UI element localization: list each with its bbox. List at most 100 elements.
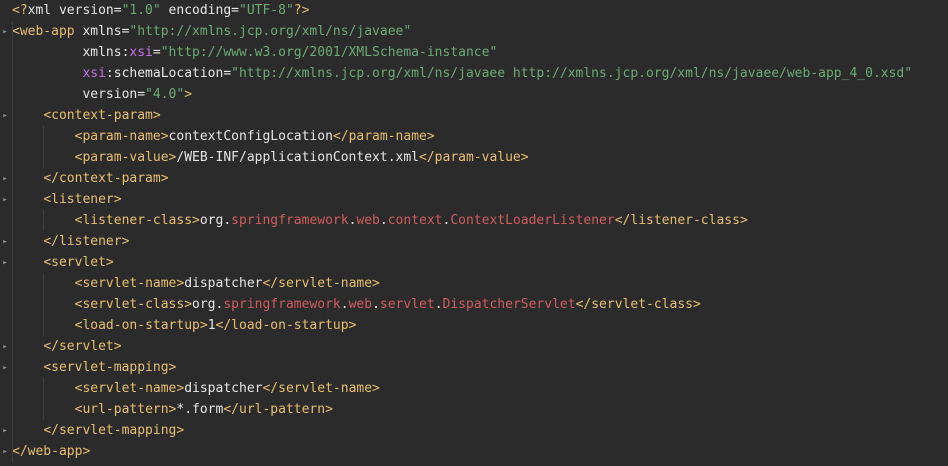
code-token: /WEB-INF/applicationContext.xml xyxy=(176,150,420,165)
code-token: context xyxy=(387,213,443,228)
editor-gutter: ▸ ▸ ▸ ▸ ▸ ▸ ▸ ▸ ▸ ▸ xyxy=(0,0,10,466)
code-line[interactable]: <context-param> xyxy=(12,105,161,126)
code-token: <listener-class> xyxy=(74,213,200,228)
fold-marker-icon[interactable]: ▸ xyxy=(0,26,10,38)
code-token: org. xyxy=(199,213,232,228)
code-line[interactable]: <param-value>/WEB-INF/applicationContext… xyxy=(12,147,529,168)
code-token: . xyxy=(434,297,443,312)
code-token: <web-app xyxy=(12,24,75,39)
code-token: </listener> xyxy=(43,234,130,249)
code-token: xmlns= xyxy=(74,24,130,39)
fold-marker-icon[interactable]: ▸ xyxy=(0,446,10,458)
code-token: <url-pattern> xyxy=(74,402,177,417)
code-token: <? xyxy=(12,3,28,18)
code-token: 1 xyxy=(207,318,216,333)
code-line[interactable]: <web-app xmlns="http://xmlns.jcp.org/xml… xyxy=(12,21,411,42)
code-line[interactable]: </context-param> xyxy=(12,168,168,189)
code-token: web xyxy=(348,297,373,312)
code-line[interactable]: </servlet> xyxy=(12,336,121,357)
code-token: </web-app> xyxy=(12,444,91,459)
code-token: <servlet-mapping> xyxy=(43,360,177,375)
code-token: . xyxy=(372,297,380,312)
code-token: </url-pattern> xyxy=(223,402,333,417)
code-token: xsi xyxy=(129,45,153,60)
code-line[interactable]: <listener> xyxy=(12,189,122,210)
code-line[interactable]: <listener-class>org.springframework.web.… xyxy=(12,210,748,231)
code-editor[interactable]: ▸ ▸ ▸ ▸ ▸ ▸ ▸ ▸ ▸ ▸ <?xml version="1.0" encoding=… xyxy=(0,0,948,466)
fold-marker-icon[interactable]: ▸ xyxy=(0,341,10,353)
indent-guide xyxy=(12,21,13,462)
indent-guide xyxy=(43,378,45,420)
code-line[interactable]: </servlet-mapping> xyxy=(12,420,184,441)
code-token: <load-on-startup> xyxy=(74,318,208,333)
code-token: contextConfigLocation xyxy=(168,129,333,144)
fold-marker-icon[interactable]: ▸ xyxy=(0,362,10,374)
indent-guide xyxy=(43,126,45,168)
code-token: <param-value> xyxy=(74,150,177,165)
code-token: version= xyxy=(12,87,146,102)
fold-marker-icon[interactable]: ▸ xyxy=(0,236,10,248)
indent-guide xyxy=(43,273,45,336)
code-line[interactable]: <?xml version="1.0" encoding="UTF-8"?> xyxy=(12,0,309,21)
code-line[interactable]: <servlet-name>dispatcher</servlet-name> xyxy=(12,378,380,399)
code-token: </servlet-name> xyxy=(262,381,380,396)
code-token: = xyxy=(152,45,161,60)
code-token: encoding= xyxy=(160,3,239,18)
code-line[interactable]: </listener> xyxy=(12,231,129,252)
code-token: </servlet-class> xyxy=(575,297,701,312)
code-token: </listener-class> xyxy=(614,213,748,228)
code-token: ContextLoaderListener xyxy=(450,213,615,228)
code-token: "http://www.w3.org/2001/XMLSchema-instan… xyxy=(160,45,498,60)
code-token: org. xyxy=(192,297,224,312)
code-token: </servlet-mapping> xyxy=(43,423,185,438)
code-line[interactable]: <servlet-class>org.springframework.web.s… xyxy=(12,294,701,315)
code-token: </load-on-startup> xyxy=(215,318,357,333)
code-token: xsi xyxy=(12,66,106,81)
code-line[interactable]: <load-on-startup>1</load-on-startup> xyxy=(12,315,357,336)
code-token: springframework xyxy=(223,297,341,312)
code-line[interactable]: <servlet-mapping> xyxy=(12,357,176,378)
code-token: <listener> xyxy=(43,192,122,207)
code-token: dispatcher xyxy=(184,381,263,396)
code-token: <servlet-name> xyxy=(74,276,185,291)
code-token: <context-param> xyxy=(43,108,161,123)
fold-marker-icon[interactable]: ▸ xyxy=(0,173,10,185)
fold-marker-icon[interactable]: ▸ xyxy=(0,110,10,122)
code-line[interactable]: </web-app> xyxy=(12,441,90,462)
code-line[interactable]: xmlns:xsi="http://www.w3.org/2001/XMLSch… xyxy=(12,42,497,63)
code-line[interactable]: <servlet> xyxy=(12,252,114,273)
code-token: <param-name> xyxy=(74,129,169,144)
code-token: DispatcherServlet xyxy=(442,297,576,312)
code-token: <servlet-name> xyxy=(74,381,185,396)
code-line[interactable]: version="4.0"> xyxy=(12,84,192,105)
fold-marker-icon[interactable]: ▸ xyxy=(0,425,10,437)
fold-marker-icon[interactable]: ▸ xyxy=(0,257,10,269)
code-token: :schemaLocation= xyxy=(105,66,232,81)
code-line[interactable]: <url-pattern>*.form</url-pattern> xyxy=(12,399,333,420)
code-token: servlet xyxy=(379,297,435,312)
code-token: dispatcher xyxy=(184,276,263,291)
code-line[interactable]: <servlet-name>dispatcher</servlet-name> xyxy=(12,273,380,294)
fold-marker-icon[interactable]: ▸ xyxy=(0,194,10,206)
code-token: "UTF-8" xyxy=(239,3,294,18)
code-token: <servlet> xyxy=(43,255,114,270)
code-token: "http://xmlns.jcp.org/xml/ns/javaee http… xyxy=(231,66,913,81)
code-token: "1.0" xyxy=(121,3,161,18)
code-token: xml version= xyxy=(27,3,122,18)
code-token: <servlet-class> xyxy=(74,297,193,312)
code-token: ?> xyxy=(293,3,310,18)
code-line[interactable]: xsi:schemaLocation="http://xmlns.jcp.org… xyxy=(12,63,912,84)
code-token: springframework xyxy=(231,213,349,228)
code-line[interactable]: <param-name>contextConfigLocation</param… xyxy=(12,126,435,147)
code-token: *.form xyxy=(176,402,224,417)
code-token: "4.0" xyxy=(145,87,185,102)
code-token: xmlns: xyxy=(12,45,130,60)
code-token: </param-name> xyxy=(332,129,435,144)
